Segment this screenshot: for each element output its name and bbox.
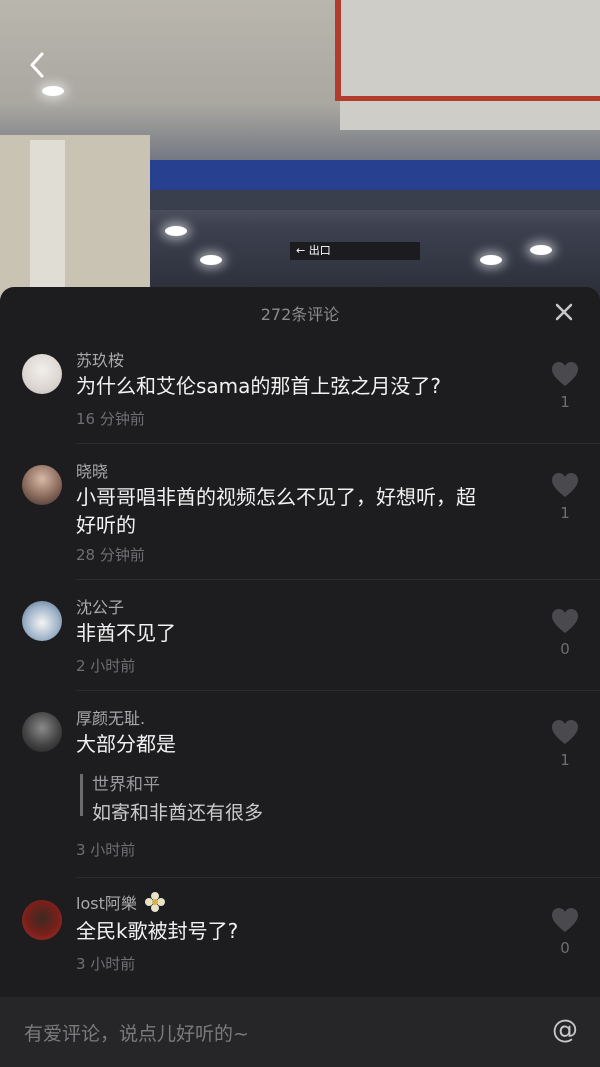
like-count: 1	[560, 393, 570, 411]
comment-username[interactable]: 苏玖桉	[76, 347, 124, 371]
comment-time: 28 分钟前	[76, 546, 145, 564]
pillar	[30, 140, 65, 300]
pipe	[335, 0, 341, 100]
ceiling-panel	[340, 0, 600, 130]
like-button[interactable]: 1	[548, 361, 582, 411]
comment-input-placeholder[interactable]: 有爱评论，说点儿好听的~	[24, 1019, 249, 1046]
comment-username-text: lost阿樂	[76, 894, 137, 913]
comment-input-bar[interactable]: 有爱评论，说点儿好听的~ @	[0, 997, 600, 1067]
like-button[interactable]: 1	[548, 719, 582, 769]
ceiling-light	[530, 245, 552, 255]
avatar[interactable]	[22, 601, 62, 641]
comment-username[interactable]: 厚颜无耻.	[76, 705, 145, 729]
reply-text: 如寄和非酋还有很多	[92, 802, 264, 824]
pipe	[335, 96, 600, 101]
comment-username[interactable]: lost阿樂	[76, 890, 166, 914]
heart-icon	[552, 908, 578, 932]
comment-text: 非酋不见了	[76, 621, 176, 645]
heart-icon	[552, 362, 578, 386]
like-count: 1	[560, 504, 570, 522]
comment-username[interactable]: 沈公子	[76, 594, 124, 618]
beam	[150, 190, 600, 210]
avatar[interactable]	[22, 900, 62, 940]
ceiling-light	[200, 255, 222, 265]
like-count: 0	[560, 640, 570, 658]
heart-icon	[552, 473, 578, 497]
comment-count-title: 272条评论	[260, 305, 340, 324]
comment-text: 全民k歌被封号了?	[76, 919, 239, 943]
comment-time: 16 分钟前	[76, 410, 145, 428]
close-icon	[555, 303, 573, 321]
mention-button[interactable]: @	[550, 1015, 580, 1045]
like-button[interactable]: 0	[548, 907, 582, 957]
ceiling-light	[165, 226, 187, 236]
ceiling-light	[480, 255, 502, 265]
like-count: 1	[560, 751, 570, 769]
comment-time: 3 小时前	[76, 955, 136, 973]
close-button[interactable]	[552, 301, 576, 325]
reply-username[interactable]: 世界和平	[92, 770, 160, 795]
divider	[76, 443, 600, 444]
comment-sheet: 272条评论 苏玖桉 为什么和艾伦sama的那首上弦之月没了? 16 分钟前 1…	[0, 287, 600, 1067]
avatar[interactable]	[22, 712, 62, 752]
like-count: 0	[560, 939, 570, 957]
heart-icon	[552, 609, 578, 633]
avatar[interactable]	[22, 354, 62, 394]
divider	[76, 877, 600, 878]
video-background[interactable]: ← 出口	[0, 0, 600, 300]
pillar	[0, 135, 150, 300]
like-button[interactable]: 0	[548, 608, 582, 658]
comment-text-line: 好听的	[76, 513, 136, 537]
exit-sign: ← 出口	[290, 242, 420, 260]
divider	[76, 690, 600, 691]
reply-bar	[80, 774, 83, 816]
divider	[76, 579, 600, 580]
comment-text-line: 小哥哥唱非酋的视频怎么不见了，好想听，超	[76, 485, 476, 509]
comment-text: 为什么和艾伦sama的那首上弦之月没了?	[76, 374, 442, 398]
heart-icon	[552, 720, 578, 744]
like-button[interactable]: 1	[548, 472, 582, 522]
ceiling-band	[150, 160, 600, 190]
at-icon: @	[552, 1015, 578, 1045]
flower-icon	[144, 892, 165, 912]
back-button[interactable]	[22, 48, 56, 82]
ceiling-light	[42, 86, 64, 96]
comment-username[interactable]: 晓晓	[76, 458, 108, 482]
comment-text: 大部分都是	[76, 732, 176, 756]
chevron-left-icon	[30, 52, 44, 78]
comment-time: 3 小时前	[76, 841, 136, 859]
comment-time: 2 小时前	[76, 657, 136, 675]
avatar[interactable]	[22, 465, 62, 505]
